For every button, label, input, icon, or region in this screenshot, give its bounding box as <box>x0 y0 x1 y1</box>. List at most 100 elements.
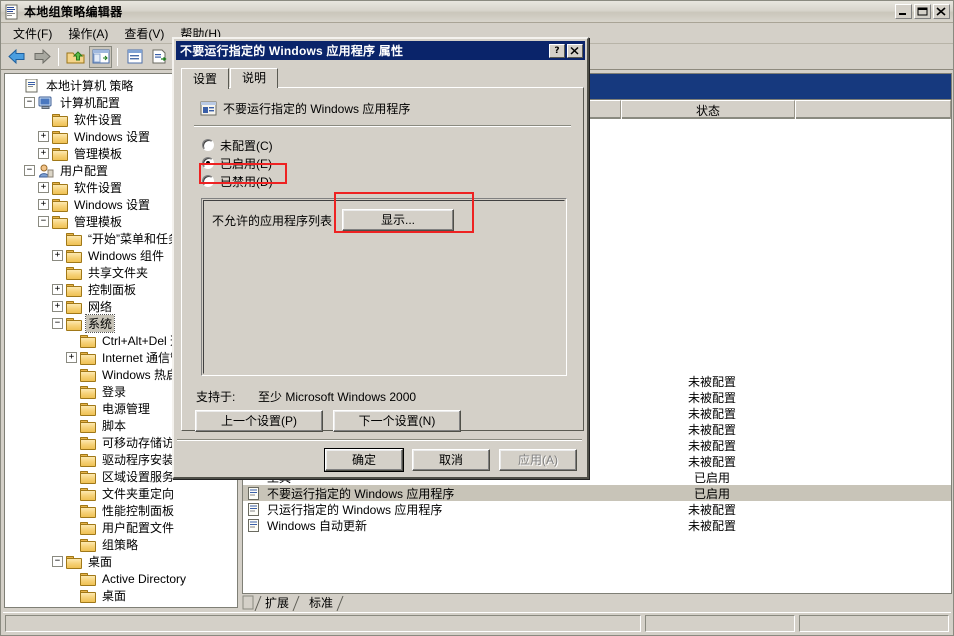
supported-on-value: 至少 Microsoft Windows 2000 <box>258 390 417 404</box>
tree-expander-none <box>66 505 77 516</box>
folder-icon <box>80 351 96 365</box>
cancel-button[interactable]: 取消 <box>412 449 490 471</box>
dialog-tab-setting[interactable]: 设置 <box>181 68 230 89</box>
radio-not-configured[interactable]: 未配置(C) <box>202 136 583 154</box>
menu-file[interactable]: 文件(F) <box>5 23 60 44</box>
folder-icon <box>52 130 68 144</box>
tree-node-label: 桌面 <box>88 555 113 569</box>
tree-expand-icon[interactable]: + <box>38 148 49 159</box>
folder-icon <box>80 504 96 518</box>
tree-expand-icon[interactable]: + <box>38 199 49 210</box>
tab-standard-label: 标准 <box>309 596 334 610</box>
setting-divider <box>194 125 571 127</box>
toolbar-separator <box>58 47 59 66</box>
tree-node-label: Windows 设置 <box>74 198 151 212</box>
forward-icon[interactable] <box>30 46 53 68</box>
previous-setting-button[interactable]: 上一个设置(P) <box>195 410 323 432</box>
dialog-help-button[interactable]: ? <box>549 43 565 58</box>
tree-node[interactable]: 桌面 <box>7 587 237 604</box>
radio-disabled[interactable]: 已禁用(D) <box>202 172 583 190</box>
window-titlebar: 本地组策略编辑器 <box>1 1 953 23</box>
tree-expand-icon[interactable]: + <box>66 352 77 363</box>
folder-icon <box>52 215 68 229</box>
policy-root-icon <box>24 78 40 93</box>
folder-icon <box>80 572 96 586</box>
tree-expand-icon[interactable]: + <box>52 284 63 295</box>
folder-icon <box>80 419 96 433</box>
tree-node[interactable]: 性能控制面板 <box>7 502 237 519</box>
tab-standard[interactable]: 标准 <box>298 596 344 611</box>
local-group-policy-editor-window: 本地组策略编辑器 文件(F) 操作(A) 查看(V) 帮助(H) 本地计算机 策… <box>0 0 954 636</box>
tree-expand-icon[interactable]: + <box>38 131 49 142</box>
folder-icon <box>66 317 82 331</box>
back-icon[interactable] <box>5 46 28 68</box>
tree-expander-none <box>66 420 77 431</box>
maximize-button[interactable] <box>914 4 931 19</box>
apply-button[interactable]: 应用(A) <box>499 449 577 471</box>
tree-node-label: 驱动程序安装 <box>102 453 175 467</box>
up-folder-icon[interactable] <box>64 46 87 68</box>
folder-icon <box>52 181 68 195</box>
radio-enabled[interactable]: 已启用(E) <box>202 154 583 172</box>
policy-setting-state: 未被配置 <box>687 422 736 437</box>
status-cell-2 <box>645 615 795 632</box>
dialog-close-button[interactable] <box>567 43 583 58</box>
show-button[interactable]: 显示... <box>342 209 455 231</box>
policy-list-row[interactable]: 不要运行指定的 Windows 应用程序 已启用 <box>243 485 951 501</box>
tree-expander-none <box>66 454 77 465</box>
tree-node[interactable]: − 桌面 <box>7 553 237 570</box>
next-setting-button[interactable]: 下一个设置(N) <box>333 410 461 432</box>
folder-icon <box>52 113 68 127</box>
close-button[interactable] <box>933 4 950 19</box>
policy-list-row[interactable]: 只运行指定的 Windows 应用程序 未被配置 <box>243 501 951 517</box>
properties-dialog[interactable]: 不要运行指定的 Windows 应用程序 属性 ? 设置 说明 不要运行指定的 … <box>172 37 589 479</box>
menu-view[interactable]: 查看(V) <box>116 23 172 44</box>
folder-icon <box>66 300 82 314</box>
folder-icon <box>66 283 82 297</box>
policy-setting-name: 不要运行指定的 Windows 应用程序 <box>267 486 455 501</box>
tree-node-label: 桌面 <box>102 589 127 603</box>
tree-expander-none <box>66 590 77 601</box>
column-header-state[interactable]: 状态 <box>621 100 795 119</box>
policy-setting-state: 已启用 <box>693 486 730 501</box>
folder-icon <box>80 385 96 399</box>
tree-node-label: 用户配置 <box>60 164 109 178</box>
tree-expand-icon[interactable]: + <box>38 182 49 193</box>
dialog-tab-explain[interactable]: 说明 <box>230 68 279 88</box>
tree-collapse-icon[interactable]: − <box>52 318 63 329</box>
export-list-icon[interactable] <box>148 46 171 68</box>
policy-list-row[interactable]: Windows 自动更新 未被配置 <box>243 517 951 533</box>
tree-node[interactable]: 用户配置文件 <box>7 519 237 536</box>
minimize-button[interactable] <box>895 4 912 19</box>
folder-icon <box>66 249 82 263</box>
policy-setting-name: Windows 自动更新 <box>267 518 368 533</box>
tree-expander-none <box>66 386 77 397</box>
column-header-extra[interactable] <box>795 100 951 119</box>
policy-setting-row-icon <box>248 518 262 532</box>
menu-action[interactable]: 操作(A) <box>60 23 116 44</box>
ok-button[interactable]: 确定 <box>325 449 403 471</box>
tree-node-label: 登录 <box>102 385 127 399</box>
radio-enabled-label: 已启用(E) <box>220 156 272 171</box>
dialog-titlebar: 不要运行指定的 Windows 应用程序 属性 ? <box>176 41 585 60</box>
tab-extended[interactable]: 扩展 <box>254 596 300 611</box>
tree-expand-icon[interactable]: + <box>52 301 63 312</box>
tree-collapse-icon[interactable]: − <box>24 97 35 108</box>
tree-node[interactable]: 文件夹重定向 <box>7 485 237 502</box>
policy-editor-icon <box>4 4 20 20</box>
dialog-action-divider <box>177 439 582 441</box>
tree-collapse-icon[interactable]: − <box>24 165 35 176</box>
tree-expand-icon[interactable]: + <box>52 250 63 261</box>
tree-expander-none <box>66 403 77 414</box>
status-cell-3 <box>799 615 949 632</box>
properties-icon[interactable] <box>123 46 146 68</box>
tree-node-label: 组策略 <box>102 538 139 552</box>
folder-icon <box>80 589 96 603</box>
tree-collapse-icon[interactable]: − <box>52 556 63 567</box>
disallowed-apps-listbox[interactable]: 不允许的应用程序列表 显示... <box>201 198 567 376</box>
status-cell-main <box>5 615 641 632</box>
tree-node[interactable]: 组策略 <box>7 536 237 553</box>
show-hide-tree-icon[interactable] <box>89 45 112 68</box>
tree-node[interactable]: Active Directory <box>7 570 237 587</box>
tree-collapse-icon[interactable]: − <box>38 216 49 227</box>
